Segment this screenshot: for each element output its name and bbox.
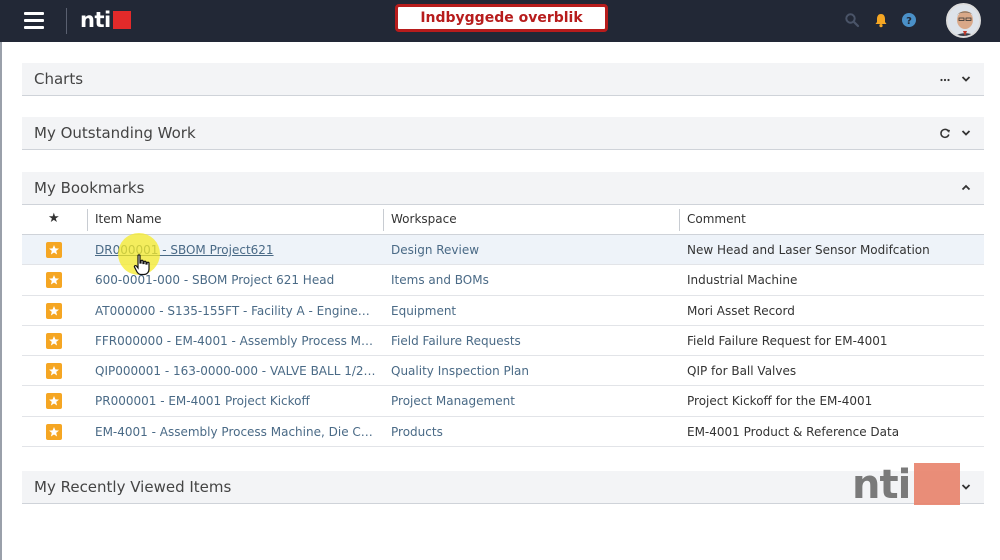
- nti-watermark-logo: nti: [852, 463, 960, 507]
- chevron-up-icon[interactable]: [960, 182, 972, 194]
- workspace-column-header[interactable]: Workspace: [391, 212, 457, 226]
- charts-title: Charts: [34, 70, 84, 88]
- comment-text: Mori Asset Record: [687, 303, 795, 318]
- bookmark-star-icon[interactable]: [46, 242, 62, 258]
- page-left-border: [0, 42, 2, 560]
- comment-text: QIP for Ball Valves: [687, 364, 797, 379]
- hand-cursor-icon: [133, 254, 150, 276]
- table-row[interactable]: EM-4001 - Assembly Process Machine, Die …: [22, 417, 984, 448]
- overlay-banner: Indbyggede overblik: [395, 4, 608, 32]
- bookmark-star-icon[interactable]: [46, 423, 62, 440]
- item-name-link[interactable]: EM-4001 - Assembly Process Machine, Die …: [95, 425, 377, 439]
- more-options-icon[interactable]: [939, 73, 951, 85]
- workspace-link[interactable]: Quality Inspection Plan: [391, 364, 671, 378]
- bookmark-star-icon[interactable]: [46, 393, 62, 410]
- column-divider[interactable]: [679, 209, 680, 231]
- bookmark-star-icon[interactable]: [46, 302, 62, 319]
- svg-text:?: ?: [906, 16, 912, 27]
- workspace-link[interactable]: Project Management: [391, 394, 671, 408]
- table-row[interactable]: QIP000001 - 163-0000-000 - VALVE BALL 1/…: [22, 356, 984, 387]
- comment-text: New Head and Laser Sensor Modifcation: [687, 243, 930, 257]
- bookmark-star-icon[interactable]: [46, 363, 62, 380]
- table-row[interactable]: AT000000 - S135-155FT - Facility A - Eng…: [22, 296, 984, 326]
- recently-viewed-title: My Recently Viewed Items: [34, 478, 232, 496]
- workspace-link[interactable]: Equipment: [391, 304, 671, 318]
- chevron-down-icon[interactable]: [960, 73, 972, 85]
- bookmarks-panel-header[interactable]: My Bookmarks: [22, 172, 984, 205]
- logo-text: nti: [80, 8, 111, 32]
- column-divider[interactable]: [383, 209, 384, 231]
- bookmarks-table: ★ Item Name Workspace Comment DR000001 -…: [22, 205, 984, 448]
- refresh-icon[interactable]: [939, 127, 951, 139]
- comment-column-header[interactable]: Comment: [687, 212, 746, 226]
- bookmark-star-icon[interactable]: [46, 332, 62, 349]
- workspace-link[interactable]: Field Failure Requests: [391, 334, 671, 348]
- bookmarks-title: My Bookmarks: [34, 179, 145, 197]
- search-icon[interactable]: [844, 12, 860, 28]
- watermark-square: [914, 463, 960, 505]
- outstanding-work-title: My Outstanding Work: [34, 124, 196, 142]
- top-bar: nti Indbyggede overblik ?: [0, 0, 1000, 42]
- comment-text: Project Kickoff for the EM-4001: [687, 394, 873, 409]
- comment-text: Field Failure Request for EM-4001: [687, 333, 888, 348]
- recently-viewed-panel-header[interactable]: My Recently Viewed Items: [22, 471, 984, 504]
- help-icon[interactable]: ?: [901, 12, 917, 28]
- comment-text: Industrial Machine: [687, 273, 798, 288]
- menu-icon[interactable]: [24, 12, 44, 29]
- workspace-link[interactable]: Design Review: [391, 243, 671, 257]
- item-name-link[interactable]: AT000000 - S135-155FT - Facility A - Eng…: [95, 304, 377, 318]
- charts-panel-header[interactable]: Charts: [22, 63, 984, 96]
- chevron-down-icon[interactable]: [960, 127, 972, 139]
- item-name-link[interactable]: FFR000000 - EM-4001 - Assembly Process M…: [95, 334, 377, 348]
- workspace-link[interactable]: Items and BOMs: [391, 273, 671, 287]
- bookmark-star-icon[interactable]: [46, 272, 62, 289]
- header-divider: [66, 8, 67, 34]
- user-avatar[interactable]: [946, 3, 981, 38]
- chevron-down-icon[interactable]: [960, 481, 972, 493]
- table-row[interactable]: PR000001 - EM-4001 Project Kickoff Proje…: [22, 386, 984, 417]
- table-header-row: ★ Item Name Workspace Comment: [22, 205, 984, 235]
- table-row[interactable]: FFR000000 - EM-4001 - Assembly Process M…: [22, 326, 984, 357]
- item-name-link[interactable]: PR000001 - EM-4001 Project Kickoff: [95, 394, 377, 408]
- workspace-link[interactable]: Products: [391, 425, 671, 439]
- nti-logo[interactable]: nti: [80, 9, 131, 31]
- watermark-text: nti: [852, 462, 911, 508]
- item-name-column-header[interactable]: Item Name: [95, 212, 162, 226]
- outstanding-work-panel-header[interactable]: My Outstanding Work: [22, 117, 984, 150]
- item-name-link[interactable]: QIP000001 - 163-0000-000 - VALVE BALL 1/…: [95, 364, 377, 378]
- column-divider[interactable]: [87, 209, 88, 231]
- logo-square: [112, 11, 131, 29]
- table-row[interactable]: 600-0001-000 - SBOM Project 621 Head Ite…: [22, 265, 984, 296]
- star-column-header[interactable]: ★: [48, 211, 60, 226]
- table-row[interactable]: DR000001 - SBOM Project621 Design Review…: [22, 235, 984, 266]
- bell-icon[interactable]: [873, 12, 889, 28]
- comment-text: EM-4001 Product & Reference Data: [687, 424, 900, 439]
